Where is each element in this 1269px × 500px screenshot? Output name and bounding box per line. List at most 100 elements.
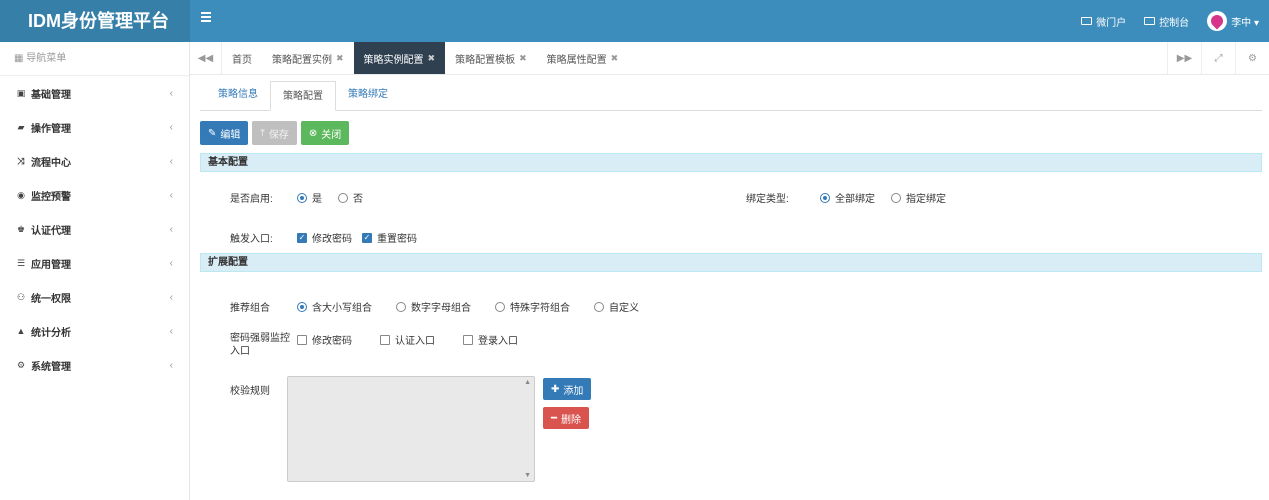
app-brand[interactable]: IDM身份管理平台 [0,0,190,42]
trigger-opt2-label: 重置密码 [377,234,417,245]
delete-rule-button[interactable]: ━ 删除 [543,407,590,429]
subtab-policy-binding[interactable]: 策略绑定 [336,80,400,110]
page-tab[interactable]: 首页 [222,42,262,74]
id-card-icon [1081,17,1093,25]
subtab-policy-config[interactable]: 策略配置 [270,81,336,111]
cogs-icon: ⚙ [16,359,26,370]
trigger-reset-password-checkbox[interactable]: ✓ 重置密码 [362,230,417,245]
sidebar-item-label: 操作管理 [31,123,71,135]
bind-specific-label: 指定绑定 [906,194,946,205]
subtab-policy-info[interactable]: 策略信息 [206,80,270,110]
sidebar-item[interactable]: ▣ 基础管理 ‹ [0,76,189,110]
sidebar: ▦ 导航菜单 ▣ 基础管理 ‹ ▰ 操作管理 ‹ ⤨ 流程中心 ‹ ◉ 监控预警 ‹ ♚ 认证代理 ‹ ☰ 应用… [0,42,190,500]
sidebar-item[interactable]: ▲ 统计分析 ‹ [0,314,189,348]
trigger-change-password-checkbox[interactable]: ✓ 修改密码 [297,230,352,245]
enable-yes-radio[interactable]: 是 [297,190,322,205]
tab-label: 策略实例配置 [363,54,424,66]
random-icon: ⤨ [17,155,25,166]
page-tab[interactable]: 策略配置实例 ✖ [262,42,354,74]
enable-no-radio[interactable]: 否 [338,190,363,205]
sidebar-item[interactable]: ♚ 认证代理 ‹ [0,212,189,246]
fullscreen-button[interactable]: ⤢ [1201,42,1235,74]
tabs-scroll-left-button[interactable]: ◀◀ [190,42,222,74]
portal-label: 微门户 [1096,17,1127,29]
recommend-special-radio[interactable]: 特殊字符组合 [495,299,570,314]
top-right-menu: 微门户 控制台 李中 ▾ [1081,0,1259,42]
trigger-label: 触发入口: [230,234,273,245]
bind-type-label: 绑定类型: [746,194,789,205]
close-icon[interactable]: ✖ [519,53,527,64]
users-icon: ♚ [16,223,26,234]
list-icon: ☰ [16,257,26,268]
area-chart-icon: ▲ [16,326,26,336]
plus-icon: ✚ [551,383,560,395]
console-link[interactable]: 控制台 [1144,14,1189,29]
monitor-opt-label: 修改密码 [312,336,352,347]
recommend-alnum-radio[interactable]: 数字字母组合 [396,299,471,314]
expand-icon: ⤢ [1214,52,1223,64]
close-icon[interactable]: ✖ [428,53,436,64]
monitor-auth-checkbox[interactable]: 认证入口 [380,332,435,347]
rule-list-box[interactable]: ▲ ▼ [287,376,535,482]
desktop-icon [1144,17,1156,25]
sidebar-item[interactable]: ▰ 操作管理 ‹ [0,110,189,144]
double-left-icon: ◀◀ [197,52,214,64]
console-label: 控制台 [1159,17,1190,29]
add-rule-button[interactable]: ✚ 添加 [543,378,592,400]
bind-all-label: 全部绑定 [835,194,875,205]
chevron-left-icon: ‹ [169,155,173,167]
id-card-icon: ▣ [16,87,26,98]
close-button[interactable]: ⊗ 关闭 [300,121,350,145]
page-tab[interactable]: 策略属性配置 ✖ [537,42,629,74]
tabs-scroll-right-button[interactable]: ▶▶ [1167,42,1201,74]
close-icon[interactable]: ✖ [611,53,619,64]
basic-config-header: 基本配置 [200,153,1262,172]
rule-row: 校验规则 [230,382,270,397]
monitor-row: 密码强弱监控入口 修改密码 认证入口 登录入口 [230,332,534,358]
page-tab[interactable]: 策略实例配置 ✖ [353,42,446,74]
portal-link[interactable]: 微门户 [1081,14,1126,29]
recommend-opt-label: 自定义 [609,303,639,314]
scroll-up-icon[interactable]: ▲ [524,379,531,386]
sidebar-item-label: 基础管理 [31,89,71,101]
trigger-row: 触发入口: ✓ 修改密码 ✓ 重置密码 [230,230,433,245]
sidebar-item-label: 统计分析 [31,327,71,339]
page-tabs-bar: ◀◀ 首页 策略配置实例 ✖ 策略实例配置 ✖ 策略配置模板 ✖ 策略属性配置 ✖ ▶▶ ⤢ ⚙ [190,42,1269,75]
tab-options-button[interactable]: ⚙ [1235,42,1269,74]
close-icon[interactable]: ✖ [336,53,344,64]
sidebar-item-label: 流程中心 [31,157,71,169]
main-content: 策略信息 策略配置 策略绑定 ✎ 编辑 ⤒ 保存 ⊗ 关闭 基本配置 是否启用: 是 … [200,75,1262,500]
user-menu[interactable]: 李中 ▾ [1207,11,1259,31]
save-button[interactable]: ⤒ 保存 [252,121,297,145]
monitor-change-password-checkbox[interactable]: 修改密码 [297,332,352,347]
sidebar-item[interactable]: ☰ 应用管理 ‹ [0,246,189,280]
recommend-row: 推荐组合 含大小写组合 数字字母组合 特殊字符组合 自定义 [230,299,655,314]
bind-specific-radio[interactable]: 指定绑定 [891,190,946,205]
scroll-down-icon[interactable]: ▼ [524,472,531,479]
monitor-opt-label: 认证入口 [395,336,435,347]
recommend-case-radio[interactable]: 含大小写组合 [297,299,372,314]
chevron-left-icon: ‹ [169,189,173,201]
chevron-left-icon: ‹ [169,325,173,337]
recommend-custom-radio[interactable]: 自定义 [594,299,639,314]
avatar [1207,11,1228,31]
page-tab[interactable]: 策略配置模板 ✖ [445,42,537,74]
menu-toggle-icon[interactable] [201,12,211,24]
sidebar-item[interactable]: ⤨ 流程中心 ‹ [0,144,189,178]
enable-label: 是否启用: [230,194,273,205]
sidebar-item[interactable]: ⚙ 系统管理 ‹ [0,348,189,382]
bind-all-radio[interactable]: 全部绑定 [820,190,875,205]
monitor-login-checkbox[interactable]: 登录入口 [463,332,518,347]
delete-label: 删除 [561,414,582,426]
top-navbar: IDM身份管理平台 微门户 控制台 李中 ▾ [0,0,1269,42]
sidebar-item[interactable]: ◉ 监控预警 ‹ [0,178,189,212]
recommend-opt-label: 特殊字符组合 [510,303,570,314]
save-label: 保存 [268,129,289,141]
gear-icon: ⚙ [1248,52,1257,64]
edit-button[interactable]: ✎ 编辑 [200,121,249,145]
chevron-left-icon: ‹ [169,257,173,269]
sidebar-header: ▦ 导航菜单 [0,42,189,76]
upload-icon: ⤒ [260,127,265,139]
toolbar: ✎ 编辑 ⤒ 保存 ⊗ 关闭 [200,121,350,145]
sidebar-item[interactable]: ⚇ 统一权限 ‹ [0,280,189,314]
